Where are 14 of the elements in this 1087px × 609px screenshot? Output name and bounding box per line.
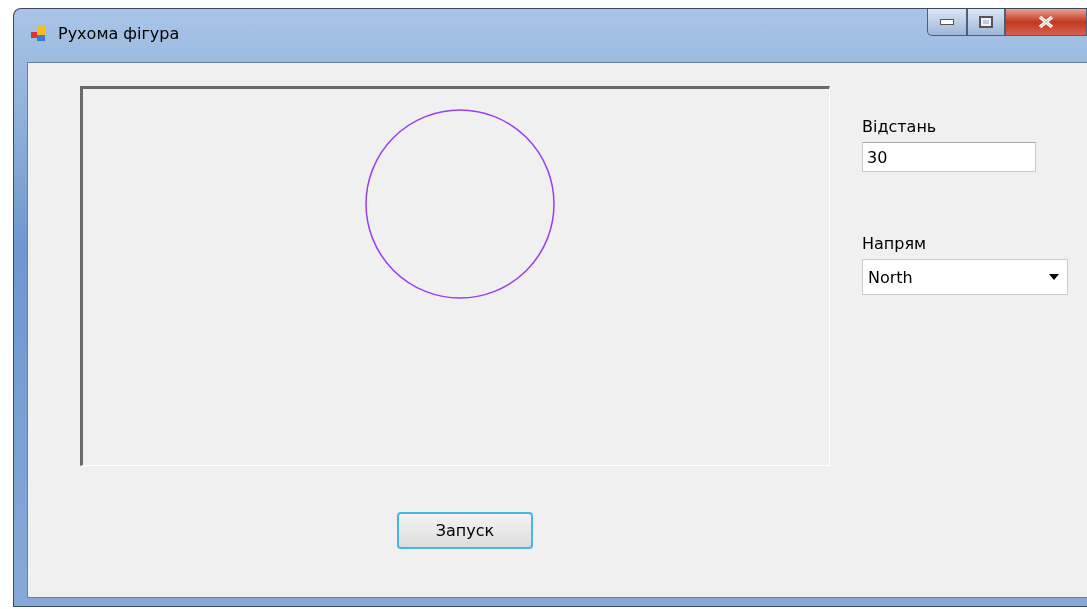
close-button[interactable] xyxy=(1005,9,1087,36)
window-title: Рухома фігура xyxy=(58,24,180,43)
caret-icon xyxy=(1049,274,1059,280)
maximize-button[interactable] xyxy=(967,9,1005,36)
direction-dropdown[interactable]: North xyxy=(862,259,1068,295)
start-button[interactable]: Запуск xyxy=(397,512,533,549)
minimize-button[interactable] xyxy=(927,9,967,36)
minimize-icon xyxy=(940,19,954,25)
app-icon xyxy=(30,25,48,43)
close-icon xyxy=(1038,15,1054,29)
field-label: Напрям xyxy=(862,234,928,253)
distance-field[interactable]: 30 xyxy=(862,142,1036,172)
maximize-icon xyxy=(979,16,993,28)
field-label: Відстань xyxy=(862,117,938,136)
